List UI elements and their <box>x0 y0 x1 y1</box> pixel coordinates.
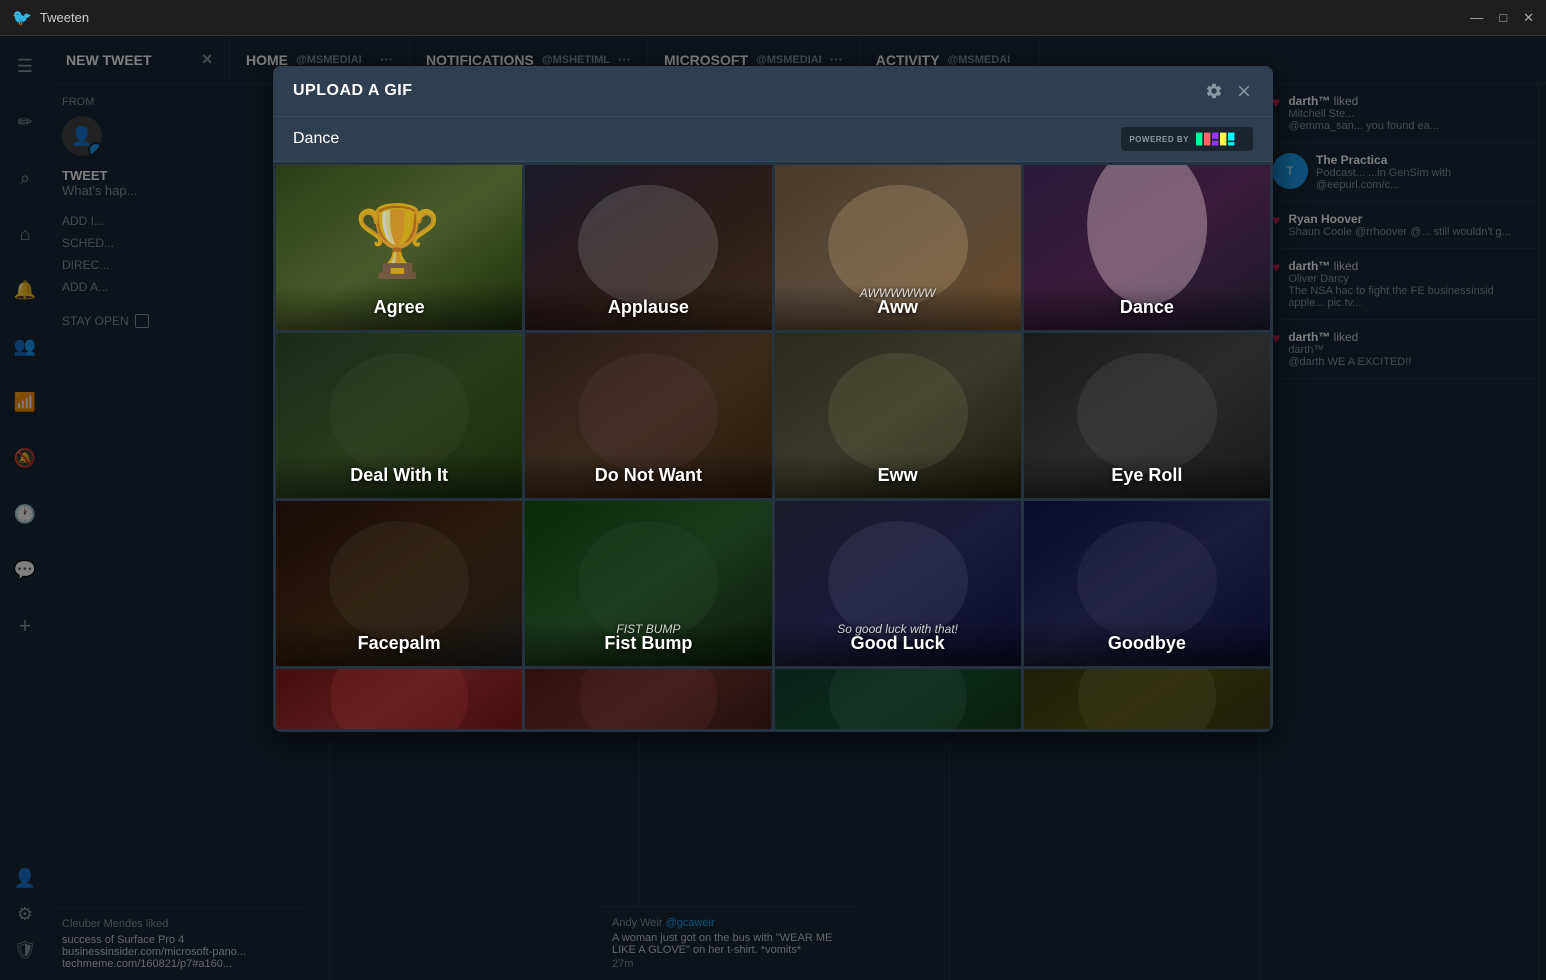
gif-sublabel-aww: AWWWWWW <box>775 286 1021 300</box>
gif-label-agree: Agree <box>276 285 522 330</box>
gif-item-eyeroll[interactable]: Eye Roll <box>1024 333 1270 498</box>
gif-item-partial2[interactable] <box>525 669 771 729</box>
gif-item-goodbye[interactable]: Goodbye <box>1024 501 1270 666</box>
modal-header-actions <box>1205 82 1253 100</box>
modal-search-bar: Dance POWERED BY <box>273 117 1273 162</box>
gif-label-goodbye: Goodbye <box>1024 621 1270 666</box>
minimize-button[interactable]: — <box>1470 10 1483 26</box>
app-icon: 🐦 <box>12 8 32 28</box>
app-container: ☰ ✏ ⌕ ⌂ 🔔 👥 📶 🔕 🕐 💬 + 👤 ⚙ 🛡 NEW TWEET ✕ … <box>0 36 1546 980</box>
gif-label-facepalm: Facepalm <box>276 621 522 666</box>
upload-gif-modal: UPLOAD A GIF Dance <box>273 66 1273 732</box>
gif-item-fistbump[interactable]: Fist BumpFIST BUMP <box>525 501 771 666</box>
maximize-button[interactable]: □ <box>1499 10 1507 26</box>
modal-header: UPLOAD A GIF <box>273 66 1273 117</box>
giphy-svg <box>1195 131 1245 147</box>
modal-title: UPLOAD A GIF <box>293 82 412 100</box>
close-window-button[interactable]: ✕ <box>1523 10 1534 26</box>
gif-item-goodluck[interactable]: Good LuckSo good luck with that! <box>775 501 1021 666</box>
settings-icon <box>1205 82 1223 100</box>
gif-item-partial4[interactable] <box>1024 669 1270 729</box>
close-icon <box>1235 82 1253 100</box>
gif-item-donotwant[interactable]: Do Not Want <box>525 333 771 498</box>
gif-label-eyeroll: Eye Roll <box>1024 453 1270 498</box>
modal-settings-button[interactable] <box>1205 82 1223 100</box>
svg-text:🏆: 🏆 <box>354 201 441 281</box>
gif-grid: 🏆AgreeApplauseAwwAWWWWWWDance Deal With I… <box>273 162 1273 732</box>
gif-item-applause[interactable]: Applause <box>525 165 771 330</box>
modal-overlay: UPLOAD A GIF Dance <box>0 36 1546 980</box>
app-title: Tweeten <box>40 10 89 25</box>
gif-label-eww: Eww <box>775 453 1021 498</box>
gif-item-dealwith[interactable]: Deal With It <box>276 333 522 498</box>
window-title: 🐦 Tweeten <box>12 8 89 28</box>
gif-sublabel-goodluck: So good luck with that! <box>775 622 1021 636</box>
window-chrome: 🐦 Tweeten — □ ✕ <box>0 0 1546 36</box>
modal-close-button[interactable] <box>1235 82 1253 100</box>
gif-item-facepalm[interactable]: Facepalm <box>276 501 522 666</box>
gif-sublabel-fistbump: FIST BUMP <box>525 622 771 636</box>
gif-label-applause: Applause <box>525 285 771 330</box>
gif-item-partial3[interactable] <box>775 669 1021 729</box>
gif-label-donotwant: Do Not Want <box>525 453 771 498</box>
giphy-logo <box>1195 131 1245 147</box>
window-controls: — □ ✕ <box>1470 10 1534 26</box>
gif-item-aww[interactable]: AwwAWWWWWW <box>775 165 1021 330</box>
gif-item-partial1[interactable] <box>276 669 522 729</box>
powered-by-label: POWERED BY <box>1129 135 1189 144</box>
modal-search-text: Dance <box>293 130 339 148</box>
gif-item-dance[interactable]: Dance <box>1024 165 1270 330</box>
gif-item-agree[interactable]: 🏆Agree <box>276 165 522 330</box>
gif-label-dealwith: Deal With It <box>276 453 522 498</box>
gif-label-dance: Dance <box>1024 285 1270 330</box>
gif-item-eww[interactable]: Eww <box>775 333 1021 498</box>
powered-by-giphy: POWERED BY <box>1121 127 1253 151</box>
